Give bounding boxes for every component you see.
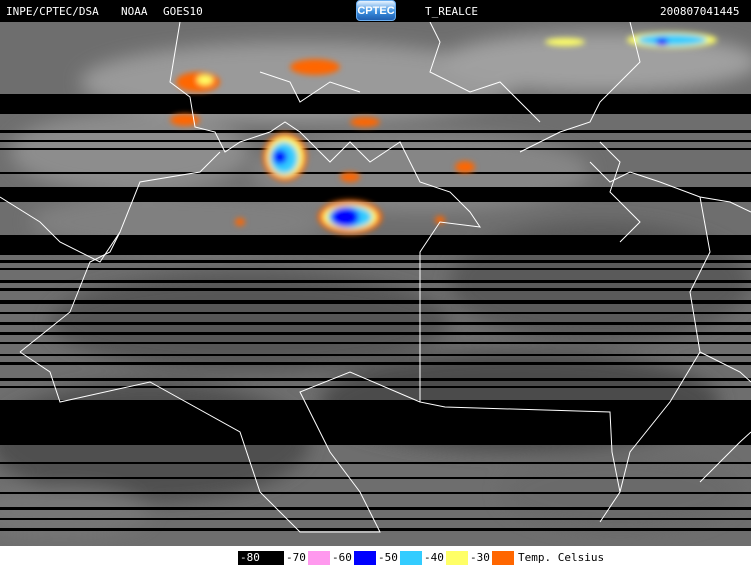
legend-swatch: -60 (330, 551, 376, 565)
scanline-gap (0, 322, 751, 325)
scanline-gap (0, 528, 751, 531)
legend-swatch: -50 (376, 551, 422, 565)
scanline-gap (0, 332, 751, 335)
scanline-gap (0, 140, 751, 142)
legend-swatch-label: -30 (470, 551, 490, 564)
legend-swatch-label: -60 (332, 551, 352, 564)
scanline-gap (0, 400, 751, 445)
image-header: INPE/CPTEC/DSA NOAA GOES10 CPTEC T_REALC… (0, 0, 751, 22)
legend-swatch: -30 (468, 551, 514, 565)
legend-swatch-color (492, 551, 514, 565)
legend-swatch-color (400, 551, 422, 565)
legend-swatch: -70 (284, 551, 330, 565)
scanline-gap (0, 507, 751, 510)
satellite-label: GOES10 (163, 5, 203, 18)
product-label: T_REALCE (425, 5, 478, 18)
legend-swatch-color (262, 551, 284, 565)
scanline-gap (0, 268, 751, 270)
legend-swatch-color (354, 551, 376, 565)
legend-unit-label: Temp. Celsius (518, 551, 605, 564)
scanline-gap (0, 172, 751, 174)
legend-swatch-label: -40 (424, 551, 444, 564)
scanline-gap (0, 518, 751, 520)
scanline-gap (0, 235, 751, 255)
scanline-gap (0, 312, 751, 314)
scanline-gap (0, 477, 751, 479)
source-label: INPE/CPTEC/DSA (6, 5, 99, 18)
scanline-gap (0, 462, 751, 464)
scanline-gap (0, 378, 751, 381)
scanline-gap (0, 260, 751, 263)
scanline-gap (0, 94, 751, 114)
scanline-gap (0, 130, 751, 133)
scanline-gap (0, 288, 751, 291)
scanline-gap (0, 492, 751, 494)
agency-label: NOAA (121, 5, 148, 18)
scanline-gap (0, 187, 751, 202)
legend-swatch-label: -80 (240, 551, 260, 564)
scanline-gap (0, 148, 751, 150)
scanline-gap (0, 280, 751, 283)
scanline-gap (0, 386, 751, 388)
satellite-image (0, 22, 751, 546)
scanline-gap (0, 342, 751, 344)
cptec-logo: CPTEC (356, 0, 396, 21)
legend-swatch-color (446, 551, 468, 565)
legend-swatch-color (308, 551, 330, 565)
scanline-gap (0, 354, 751, 356)
scanline-gap (0, 300, 751, 304)
scanline-gap (0, 362, 751, 365)
legend-swatch-label: -70 (286, 551, 306, 564)
legend-swatch: -40 (422, 551, 468, 565)
color-legend: -80 -70 -60 -50 -40 -30 Temp. Celsius (0, 546, 751, 568)
legend-swatch: -80 (238, 551, 284, 565)
legend-swatch-label: -50 (378, 551, 398, 564)
timestamp-label: 200807041445 (660, 5, 740, 18)
